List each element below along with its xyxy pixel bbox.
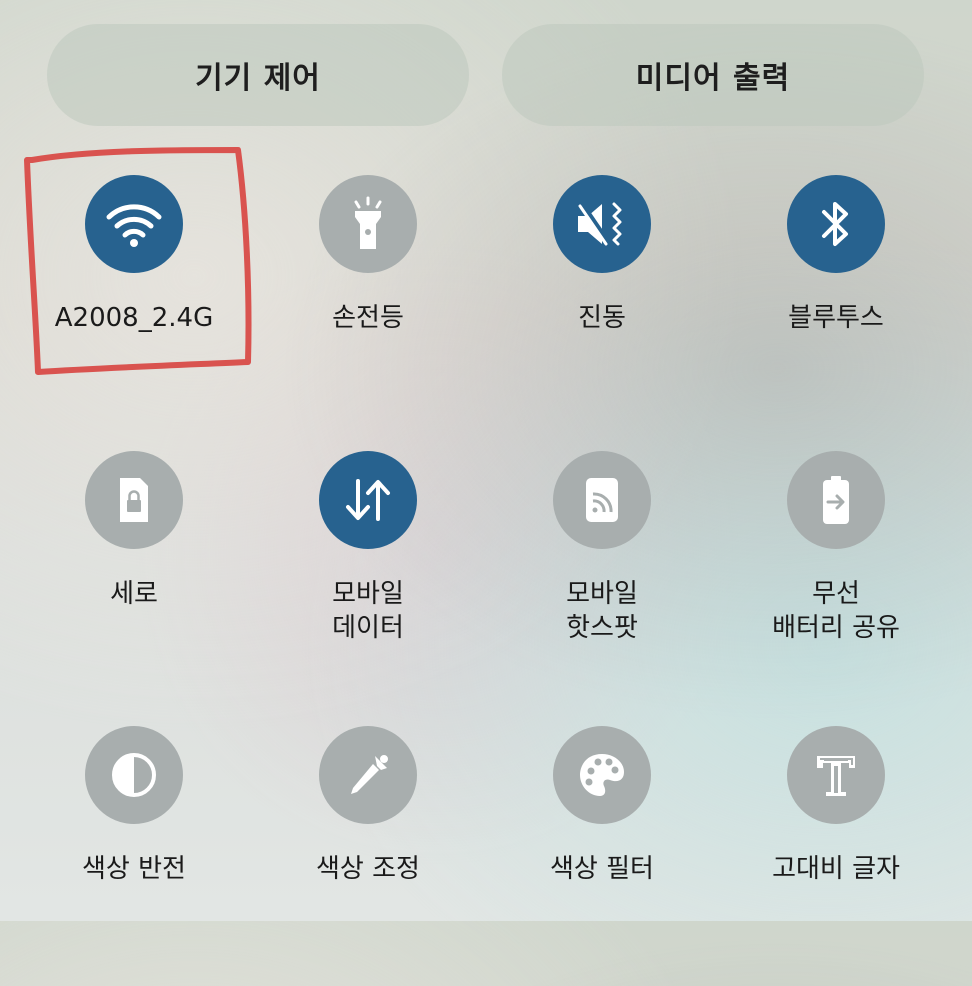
color-inversion-label: 색상 반전 — [82, 854, 186, 884]
battery-share-toggle[interactable] — [787, 451, 885, 549]
battery-share-tile[interactable]: 무선 배터리 공유 — [719, 451, 953, 711]
hotspot-label: 모바일 핫스팟 — [485, 577, 719, 645]
mobile-data-icon — [346, 479, 390, 521]
vibrate-toggle[interactable] — [553, 175, 651, 273]
color-adjust-label: 색상 조정 — [316, 854, 420, 884]
flashlight-tile[interactable]: 손전등 — [251, 175, 485, 435]
hotspot-icon — [586, 478, 618, 522]
device-control-label: 기기 제어 — [195, 61, 321, 96]
bluetooth-label: 블루투스 — [788, 303, 884, 333]
flashlight-toggle[interactable] — [319, 175, 417, 273]
portrait-label: 세로 — [110, 579, 158, 609]
color-filter-label: 색상 필터 — [550, 854, 654, 884]
wifi-icon — [106, 204, 162, 247]
media-output-button[interactable]: 미디어 출력 — [502, 24, 924, 126]
battery-share-label: 무선 배터리 공유 — [719, 577, 953, 645]
color-inversion-tile[interactable]: 색상 반전 — [17, 726, 251, 986]
high-contrast-text-label: 고대비 글자 — [772, 854, 900, 884]
hotspot-toggle[interactable] — [553, 451, 651, 549]
color-inversion-toggle[interactable] — [85, 726, 183, 824]
vibrate-label: 진동 — [578, 303, 626, 333]
color-filter-tile[interactable]: 색상 필터 — [485, 726, 719, 986]
portrait-toggle[interactable] — [85, 451, 183, 549]
hotspot-label-line2: 핫스팟 — [566, 613, 638, 643]
color-filter-toggle[interactable] — [553, 726, 651, 824]
battery-share-label-line1: 무선 — [812, 579, 860, 609]
wifi-toggle[interactable] — [85, 175, 183, 273]
mobile-data-label-line1: 모바일 — [332, 579, 404, 609]
media-output-label: 미디어 출력 — [635, 61, 791, 96]
flashlight-label: 손전등 — [332, 303, 404, 333]
bluetooth-toggle[interactable] — [787, 175, 885, 273]
flashlight-icon — [354, 196, 382, 249]
bluetooth-icon — [822, 202, 848, 246]
high-contrast-text-icon — [817, 756, 855, 796]
battery-share-icon — [823, 476, 849, 524]
color-adjust-toggle[interactable] — [319, 726, 417, 824]
hotspot-label-line1: 모바일 — [566, 579, 638, 609]
wifi-tile[interactable]: A2008_2.4G — [17, 175, 251, 435]
hotspot-tile[interactable]: 모바일 핫스팟 — [485, 451, 719, 711]
portrait-lock-icon — [120, 478, 148, 522]
color-adjust-tile[interactable]: 색상 조정 — [251, 726, 485, 986]
battery-share-label-line2: 배터리 공유 — [772, 613, 900, 643]
mobile-data-toggle[interactable] — [319, 451, 417, 549]
bluetooth-tile[interactable]: 블루투스 — [719, 175, 953, 435]
mobile-data-label-line2: 데이터 — [332, 613, 404, 643]
device-control-button[interactable]: 기기 제어 — [47, 24, 469, 126]
mobile-data-label: 모바일 데이터 — [251, 577, 485, 645]
color-inversion-icon — [112, 753, 156, 797]
high-contrast-text-toggle[interactable] — [787, 726, 885, 824]
high-contrast-text-tile[interactable]: 고대비 글자 — [719, 726, 953, 986]
vibrate-icon — [578, 202, 622, 246]
color-adjust-icon — [351, 755, 388, 794]
wifi-label: A2008_2.4G — [54, 303, 214, 333]
color-filter-icon — [580, 754, 624, 796]
vibrate-tile[interactable]: 진동 — [485, 175, 719, 435]
portrait-tile[interactable]: 세로 — [17, 451, 251, 711]
mobile-data-tile[interactable]: 모바일 데이터 — [251, 451, 485, 711]
